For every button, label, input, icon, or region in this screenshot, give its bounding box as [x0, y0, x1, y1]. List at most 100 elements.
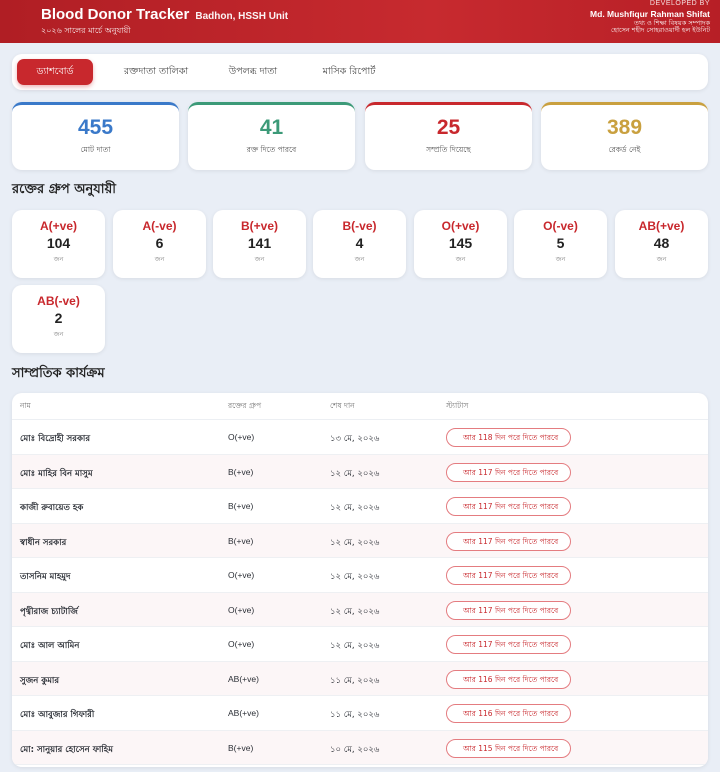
col-status: স্ট্যাটাস: [446, 401, 469, 410]
blood-group-card-o-neg[interactable]: O(-ve) 5 জন: [514, 210, 607, 278]
blood-group-card-a-neg[interactable]: A(-ve) 6 জন: [113, 210, 206, 278]
table-header: নাম রক্তের গ্রুপ শেষ দান স্ট্যাটাস: [12, 393, 708, 420]
blood-group-card-ab-neg[interactable]: AB(-ve) 2 জন: [12, 285, 105, 353]
stat-eligible: 41 রক্ত দিতে পারবে: [188, 102, 355, 170]
status-badge: আর 116 দিন পরে দিতে পারবে: [446, 704, 572, 723]
stat-no-record: 389 রেকর্ড নেই: [541, 102, 708, 170]
blood-count: 4: [355, 235, 364, 251]
table-row[interactable]: সুজন কুমার AB(+ve) ১১ মে, ২০২৬ আর 116 দি…: [12, 661, 708, 696]
stat-label: মোট দাতা: [80, 145, 111, 154]
blood-type: B(+ve): [240, 219, 278, 233]
status-badge: আর 117 দিন পরে দিতে পারবে: [446, 600, 572, 620]
blood-type: B(-ve): [342, 219, 377, 233]
stat-total-donors: 455 মোট দাতা: [12, 102, 179, 170]
blood-type: A(+ve): [39, 219, 77, 233]
blood-unit: জন: [53, 255, 64, 263]
app-subtitle: ২০২৬ সালের মার্চে অনুযায়ী: [41, 26, 131, 35]
blood-count: 6: [155, 235, 164, 251]
donor-blood-group: B(+ve): [228, 535, 254, 546]
blood-group-section-title: রক্তের গ্রুপ অনুযায়ী: [12, 182, 116, 197]
stat-value: 41: [259, 116, 284, 139]
status-badge: আর 117 দিন পরে দিতে পারবে: [446, 531, 572, 551]
donor-name: মোঃ মাহির বিন মাসুম: [20, 468, 93, 479]
donor-blood-group: O(+ve): [228, 570, 255, 580]
status-badge: আর 117 দিন পরে দিতে পারবে: [446, 462, 572, 482]
table-row[interactable]: মো: সানুয়ার হোসেন ফাহিম B(+ve) ১০ মে, ২…: [12, 730, 708, 765]
tab-dashboard[interactable]: ড্যাশবোর্ড: [17, 59, 93, 85]
blood-count: 48: [653, 235, 670, 251]
tab-donor-list[interactable]: রক্তদাতা তালিকা: [112, 59, 200, 85]
stat-value: 25: [436, 116, 461, 139]
blood-unit: জন: [656, 255, 667, 263]
stat-value: 455: [77, 116, 114, 139]
donor-name: পৃথ্বীরাজ চ্যাটার্জি: [20, 606, 78, 617]
donor-last-donation: ১২ মে, ২০২৬: [330, 503, 380, 513]
blood-count: 2: [54, 310, 63, 326]
donor-last-donation: ১৩ মে, ২০২৬: [330, 434, 380, 444]
donor-blood-group: AB(+ve): [228, 673, 259, 684]
donor-blood-group: B(+ve): [228, 466, 254, 477]
table-row[interactable]: মোঃ বিদ্রোহী সরকার O(+ve) ১৩ মে, ২০২৬ আর…: [12, 420, 708, 455]
table-row[interactable]: কাজী রুবায়েত হক B(+ve) ১২ মে, ২০২৬ আর 1…: [12, 489, 708, 524]
nav-tabs: ড্যাশবোর্ড রক্তদাতা তালিকা উপলব্ধ দাতা ম…: [12, 54, 708, 90]
blood-group-card-o-pos[interactable]: O(+ve) 145 জন: [414, 210, 507, 278]
col-name: নাম: [20, 401, 31, 410]
donor-name: মো: সানুয়ার হোসেন ফাহিম: [20, 744, 113, 755]
donor-name: মোঃ আবুজার গিফারী: [20, 710, 95, 720]
blood-unit: জন: [555, 255, 566, 263]
table-row[interactable]: পৃথ্বীরাজ চ্যাটার্জি O(+ve) ১২ মে, ২০২৬ …: [12, 592, 708, 627]
status-badge: আর 116 দিন পরে দিতে পারবে: [446, 669, 572, 689]
brand: Blood Donor Tracker Badhon, HSSH Unit: [41, 6, 288, 23]
donor-last-donation: ১২ মে, ২০২৬: [330, 537, 380, 548]
table-row[interactable]: তাসনিম মাহমুদ O(+ve) ১২ মে, ২০২৬ আর 117 …: [12, 558, 708, 593]
donor-blood-group: O(+ve): [228, 639, 255, 649]
status-badge: আর 118 দিন পরে দিতে পারবে: [446, 428, 572, 447]
donor-name: সুজন কুমার: [20, 675, 60, 686]
donor-last-donation: ১০ মে, ২০২৬: [330, 744, 380, 755]
donor-last-donation: ১২ মে, ২০২৬: [330, 606, 380, 617]
status-badge: আর 117 দিন পরে দিতে পারবে: [446, 635, 572, 654]
stat-recent: 25 সম্প্রতি দিয়েছে: [365, 102, 532, 170]
table-row[interactable]: মোঃ মাহির বিন মাসুম B(+ve) ১২ মে, ২০২৬ আ…: [12, 454, 708, 489]
donor-name: তাসনিম মাহমুদ: [20, 572, 71, 582]
blood-unit: জন: [455, 255, 466, 263]
status-badge: আর 117 দিন পরে দিতে পারবে: [446, 566, 572, 585]
col-last-donation: শেষ দান: [330, 401, 355, 410]
blood-type: A(-ve): [142, 219, 177, 233]
blood-group-card-ab-pos[interactable]: AB(+ve) 48 জন: [615, 210, 708, 278]
stat-label: সম্প্রতি দিয়েছে: [426, 145, 471, 154]
tab-available-donors[interactable]: উপলব্ধ দাতা: [216, 59, 290, 85]
table-row[interactable]: মোঃ আবুজার গিফারী AB(+ve) ১১ মে, ২০২৬ আর…: [12, 696, 708, 731]
blood-group-card-b-neg[interactable]: B(-ve) 4 জন: [313, 210, 406, 278]
col-blood-group: রক্তের গ্রুপ: [228, 401, 262, 410]
blood-count: 145: [448, 235, 473, 251]
table-row[interactable]: মোঃ আল আমিন O(+ve) ১২ মে, ২০২৬ আর 117 দি…: [12, 627, 708, 662]
developer-info: DEVELOPED BY Md. Mushfiqur Rahman Shifat…: [590, 0, 710, 35]
status-badge: আর 115 দিন পরে দিতে পারবে: [446, 738, 572, 758]
recent-activity-table: নাম রক্তের গ্রুপ শেষ দান স্ট্যাটাস মোঃ ব…: [12, 393, 708, 767]
donor-name: মোঃ আল আমিন: [20, 641, 80, 651]
app-title: Blood Donor Tracker: [41, 6, 190, 23]
blood-type: AB(-ve): [37, 294, 80, 308]
table-body: মোঃ বিদ্রোহী সরকার O(+ve) ১৩ মে, ২০২৬ আর…: [12, 420, 708, 765]
table-row[interactable]: স্বাধীন সরকার B(+ve) ১২ মে, ২০২৬ আর 117 …: [12, 523, 708, 558]
donor-blood-group: AB(+ve): [228, 708, 259, 718]
developed-by-label: DEVELOPED BY: [649, 0, 710, 7]
developer-unit: হোসেন শহীদ সোহরাওয়ার্দী হল ইউনিট: [611, 26, 710, 35]
blood-type: AB(+ve): [638, 219, 685, 233]
blood-group-card-b-pos[interactable]: B(+ve) 141 জন: [213, 210, 306, 278]
app-header: Blood Donor Tracker Badhon, HSSH Unit ২০…: [0, 0, 720, 43]
blood-type: O(+ve): [441, 219, 480, 233]
stat-label: রেকর্ড নেই: [608, 145, 641, 154]
blood-unit: জন: [354, 255, 365, 263]
app-unit: Badhon, HSSH Unit: [195, 11, 289, 22]
donor-last-donation: ১১ মে, ২০২৬: [330, 710, 380, 720]
tab-monthly-report[interactable]: মাসিক রিপোর্ট: [308, 59, 390, 85]
blood-group-card-a-pos[interactable]: A(+ve) 104 জন: [12, 210, 105, 278]
stat-label: রক্ত দিতে পারবে: [246, 145, 297, 154]
donor-name: কাজী রুবায়েত হক: [20, 503, 84, 513]
blood-unit: জন: [154, 255, 165, 263]
status-badge: আর 117 দিন পরে দিতে পারবে: [446, 497, 572, 516]
donor-name: স্বাধীন সরকার: [20, 537, 67, 548]
donor-last-donation: ১২ মে, ২০২৬: [330, 468, 380, 479]
